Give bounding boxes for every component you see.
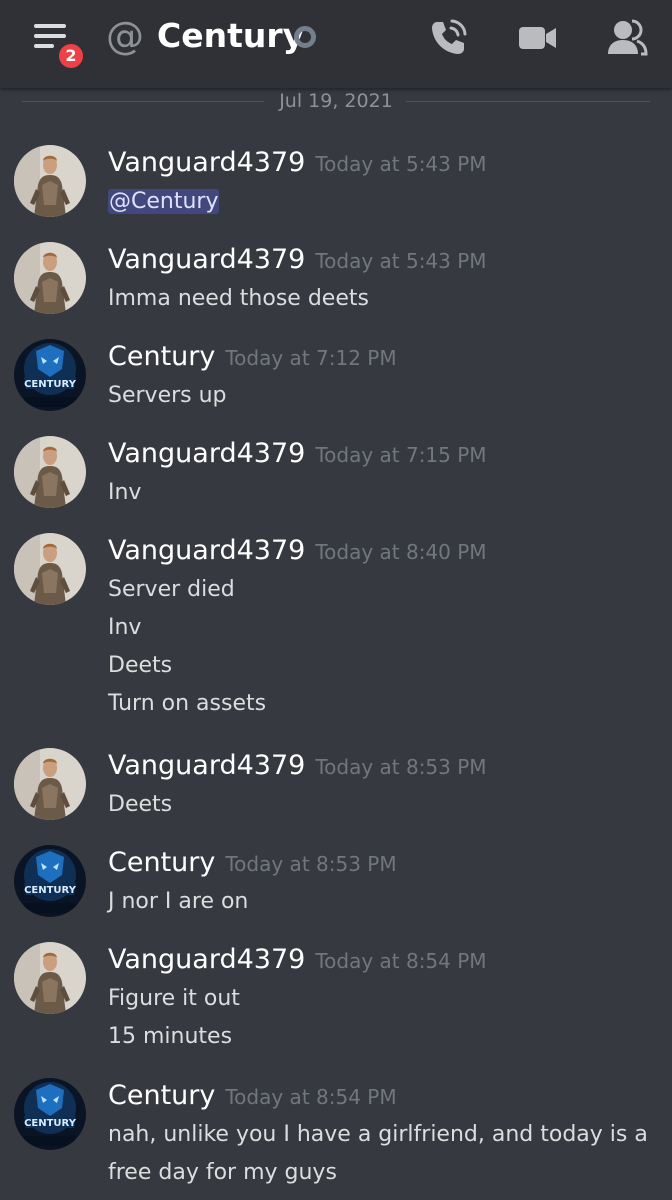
message-line: Servers up <box>108 383 227 408</box>
message-line: Deets <box>108 653 173 678</box>
message-content: Imma need those deets <box>108 280 653 318</box>
message-line: @Century <box>108 183 653 221</box>
message-author[interactable]: Vanguard4379 Today at 5:43 PM <box>108 240 487 281</box>
avatar[interactable]: CENTURY <box>14 845 86 917</box>
message-author[interactable]: Vanguard4379 Today at 8:54 PM <box>108 940 487 981</box>
author-name[interactable]: Vanguard4379 <box>108 244 305 275</box>
message-line: Inv <box>108 615 142 640</box>
avatar[interactable] <box>14 942 86 1014</box>
avatar-logo-text: CENTURY <box>24 379 77 390</box>
at-icon: @ <box>106 14 144 58</box>
message-content: Figure it out 15 minutes <box>108 980 653 1056</box>
author-name[interactable]: Vanguard4379 <box>108 147 305 178</box>
author-name[interactable]: Century <box>108 341 215 372</box>
message-author[interactable]: Vanguard4379 Today at 8:40 PM <box>108 531 487 572</box>
avatar[interactable] <box>14 533 86 605</box>
message-content: Server died Inv Deets Turn on assets <box>108 571 653 723</box>
avatar-logo-text: CENTURY <box>24 885 77 896</box>
avatar[interactable]: CENTURY <box>14 1078 86 1150</box>
message-timestamp: Today at 7:12 PM <box>225 346 397 370</box>
date-divider: Jul 19, 2021 <box>22 88 650 116</box>
message-timestamp: Today at 8:54 PM <box>225 1085 397 1109</box>
message-line: Deets <box>108 792 173 817</box>
message-timestamp: Today at 5:43 PM <box>315 152 487 176</box>
channel-header: 2 @ Century <box>0 0 672 88</box>
notification-badge: 2 <box>55 40 87 72</box>
message-content: Servers up <box>108 377 653 415</box>
message-line: free day for my guys <box>108 1160 337 1185</box>
message-content: J nor I are on <box>108 883 653 921</box>
author-name[interactable]: Century <box>108 1080 215 1111</box>
message-timestamp: Today at 8:53 PM <box>225 852 397 876</box>
message-timestamp: Today at 8:40 PM <box>315 540 487 564</box>
offline-status-icon <box>294 26 316 48</box>
message-content: @Century <box>108 183 653 221</box>
message-author[interactable]: Vanguard4379 Today at 5:43 PM <box>108 143 487 184</box>
author-name[interactable]: Vanguard4379 <box>108 438 305 469</box>
message-line: Server died <box>108 577 235 602</box>
call-icon[interactable] <box>428 18 468 58</box>
message-line: Inv <box>108 480 142 505</box>
page-title: Century <box>157 16 305 55</box>
avatar[interactable] <box>14 145 86 217</box>
message-content: nah, unlike you I have a girlfriend, and… <box>108 1116 653 1192</box>
message-line: Imma need those deets <box>108 286 369 311</box>
avatar[interactable]: CENTURY <box>14 339 86 411</box>
user-mention[interactable]: @Century <box>108 189 220 214</box>
message-timestamp: Today at 7:15 PM <box>315 443 487 467</box>
avatar-logo-text: CENTURY <box>24 1118 77 1129</box>
message-timestamp: Today at 5:43 PM <box>315 249 487 273</box>
author-name[interactable]: Vanguard4379 <box>108 535 305 566</box>
message-author[interactable]: Vanguard4379 Today at 8:53 PM <box>108 746 487 787</box>
message-author[interactable]: Century Today at 8:53 PM <box>108 843 397 884</box>
message-line: nah, unlike you I have a girlfriend, and… <box>108 1122 648 1147</box>
author-name[interactable]: Vanguard4379 <box>108 944 305 975</box>
message-author[interactable]: Century Today at 8:54 PM <box>108 1076 397 1117</box>
message-author[interactable]: Vanguard4379 Today at 7:15 PM <box>108 434 487 475</box>
message-line: J nor I are on <box>108 889 249 914</box>
avatar[interactable] <box>14 436 86 508</box>
message-content: Inv <box>108 474 653 512</box>
message-timestamp: Today at 8:54 PM <box>315 949 487 973</box>
message-line: Turn on assets <box>108 691 267 716</box>
message-timestamp: Today at 8:53 PM <box>315 755 487 779</box>
message-content: Deets <box>108 786 653 824</box>
message-line: 15 minutes <box>108 1024 233 1049</box>
members-icon[interactable] <box>606 18 648 58</box>
author-name[interactable]: Vanguard4379 <box>108 750 305 781</box>
message-line: Figure it out <box>108 986 240 1011</box>
video-icon[interactable] <box>518 18 558 58</box>
avatar[interactable] <box>14 242 86 314</box>
author-name[interactable]: Century <box>108 847 215 878</box>
avatar[interactable] <box>14 748 86 820</box>
message-author[interactable]: Century Today at 7:12 PM <box>108 337 397 378</box>
